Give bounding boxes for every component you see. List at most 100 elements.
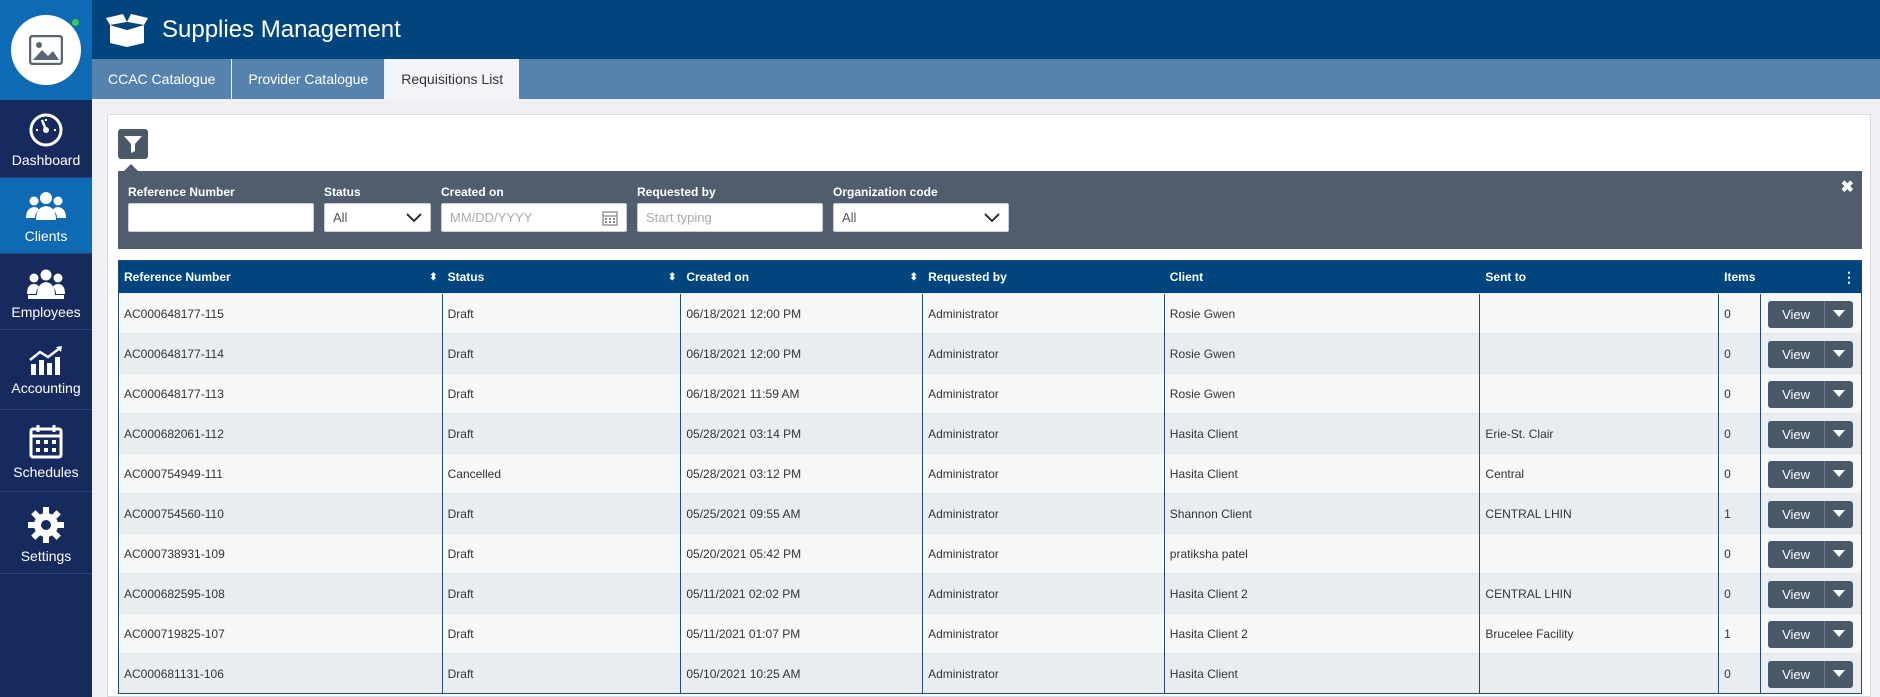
cell-requested-by: Administrator: [923, 414, 1165, 454]
close-filter-icon[interactable]: ✖: [1841, 177, 1854, 197]
column-header-client[interactable]: Client: [1165, 261, 1481, 293]
filter-label: Requested by: [637, 185, 716, 199]
sidebar-item-accounting[interactable]: Accounting: [0, 330, 92, 410]
column-header-created-on[interactable]: Created on ⬍: [681, 261, 923, 293]
sort-icon[interactable]: ⬍: [910, 272, 918, 283]
cell-created-on: 05/28/2021 03:14 PM: [681, 414, 924, 454]
filter-reference-number: Reference Number: [128, 185, 314, 232]
organization-code-value: All: [842, 210, 857, 225]
row-actions-dropdown-button[interactable]: [1825, 380, 1854, 408]
organization-code-select[interactable]: All: [833, 203, 1009, 232]
cell-requested-by: Administrator: [923, 574, 1165, 614]
row-actions-dropdown-button[interactable]: [1825, 540, 1854, 568]
row-actions-dropdown-button[interactable]: [1825, 580, 1854, 608]
status-select[interactable]: All: [324, 203, 431, 232]
cell-reference-number: AC000648177-115: [119, 294, 443, 334]
view-button[interactable]: View: [1768, 580, 1826, 608]
cell-reference-number: AC000682595-108: [119, 574, 443, 614]
column-header-reference-number[interactable]: Reference Number ⬍: [119, 261, 443, 293]
kebab-menu-icon[interactable]: ⋮: [1842, 270, 1856, 284]
cell-actions: View: [1761, 614, 1861, 654]
sidebar-item-dashboard[interactable]: Dashboard: [0, 100, 92, 178]
row-actions-dropdown-button[interactable]: [1825, 500, 1854, 528]
view-button[interactable]: View: [1768, 620, 1826, 648]
cell-created-on: 06/18/2021 11:59 AM: [681, 374, 924, 414]
tab-ccac-catalogue[interactable]: CCAC Catalogue: [92, 59, 233, 99]
row-actions-dropdown-button[interactable]: [1825, 660, 1854, 688]
view-button[interactable]: View: [1768, 380, 1826, 408]
cell-actions: View: [1761, 454, 1861, 494]
sidebar-item-settings[interactable]: Settings: [0, 492, 92, 574]
cell-sent-to: Central: [1480, 454, 1720, 494]
cell-items: 0: [1719, 534, 1762, 574]
calendar-icon: [29, 425, 63, 459]
requested-by-input[interactable]: Start typing: [637, 203, 823, 232]
app-header: Supplies Management: [92, 0, 1880, 59]
column-header-status[interactable]: Status ⬍: [443, 261, 682, 293]
view-button[interactable]: View: [1768, 300, 1826, 328]
sidebar-item-schedules[interactable]: Schedules: [0, 410, 92, 492]
view-button-group: View: [1768, 420, 1854, 448]
reference-number-input[interactable]: [128, 203, 314, 232]
cell-requested-by: Administrator: [923, 534, 1165, 574]
view-button[interactable]: View: [1768, 340, 1826, 368]
column-options[interactable]: ⋮: [1761, 261, 1861, 293]
row-actions-dropdown-button[interactable]: [1825, 620, 1854, 648]
cell-client: Shannon Client: [1165, 494, 1481, 534]
cell-client: pratiksha patel: [1165, 534, 1481, 574]
view-button-group: View: [1768, 460, 1854, 488]
cell-client: Hasita Client: [1165, 454, 1481, 494]
column-header-label: Created on: [686, 270, 750, 284]
cell-created-on: 05/11/2021 01:07 PM: [681, 614, 924, 654]
sidebar-item-label: Settings: [20, 548, 72, 564]
chevron-down-icon: [406, 212, 422, 222]
cell-client: Hasita Client 2: [1165, 614, 1481, 654]
row-actions-dropdown-button[interactable]: [1825, 340, 1854, 368]
row-actions-dropdown-button[interactable]: [1825, 460, 1854, 488]
cell-items: 0: [1719, 454, 1762, 494]
sidebar-item-employees[interactable]: Employees: [0, 254, 92, 330]
row-actions-dropdown-button[interactable]: [1825, 300, 1854, 328]
created-on-date-input[interactable]: MM/DD/YYYY: [441, 203, 627, 232]
sidebar-item-clients[interactable]: Clients: [0, 178, 92, 254]
sidebar-item-label: Schedules: [13, 464, 79, 480]
cell-status: Draft: [443, 294, 682, 334]
filter-toggle-button[interactable]: [118, 129, 148, 159]
table-row: AC000682595-108 Draft 05/11/2021 02:02 PM A…: [119, 573, 1861, 614]
cell-items: 1: [1719, 494, 1762, 534]
sort-icon[interactable]: ⬍: [668, 272, 676, 283]
view-button[interactable]: View: [1768, 540, 1826, 568]
cell-requested-by: Administrator: [923, 374, 1165, 414]
requisitions-panel: Reference Number Status All Created on M…: [107, 114, 1871, 697]
cell-actions: View: [1761, 574, 1861, 614]
cell-status: Draft: [443, 534, 682, 574]
tab-requisitions-list[interactable]: Requisitions List: [385, 59, 520, 99]
sidebar-item-label: Accounting: [11, 380, 81, 396]
cell-sent-to: [1480, 334, 1720, 374]
view-button[interactable]: View: [1768, 660, 1826, 688]
column-header-items[interactable]: Items: [1719, 261, 1761, 293]
filter-label: Reference Number: [128, 185, 235, 199]
column-header-requested-by[interactable]: Requested by: [923, 261, 1165, 293]
view-button[interactable]: View: [1768, 420, 1826, 448]
cell-client: Hasita Client: [1165, 414, 1481, 454]
table-row: AC000754560-110 Draft 05/25/2021 09:55 AM A…: [119, 493, 1861, 534]
sort-icon[interactable]: ⬍: [429, 272, 437, 283]
row-actions-dropdown-button[interactable]: [1825, 420, 1854, 448]
caret-down-icon: [1833, 510, 1846, 517]
avatar[interactable]: [11, 15, 81, 85]
cell-sent-to: [1480, 294, 1720, 334]
cell-requested-by: Administrator: [923, 454, 1165, 494]
column-header-sent-to[interactable]: Sent to: [1480, 261, 1719, 293]
view-button[interactable]: View: [1768, 460, 1826, 488]
cell-reference-number: AC000754560-110: [119, 494, 443, 534]
view-button-group: View: [1768, 340, 1854, 368]
calendar-icon[interactable]: [602, 210, 618, 226]
status-select-value: All: [333, 210, 348, 225]
cell-sent-to: [1480, 654, 1720, 694]
tab-provider-catalogue[interactable]: Provider Catalogue: [232, 59, 386, 99]
cell-created-on: 05/11/2021 02:02 PM: [681, 574, 924, 614]
column-header-label: Items: [1724, 270, 1756, 284]
column-header-label: Reference Number: [124, 270, 231, 284]
view-button[interactable]: View: [1768, 500, 1826, 528]
